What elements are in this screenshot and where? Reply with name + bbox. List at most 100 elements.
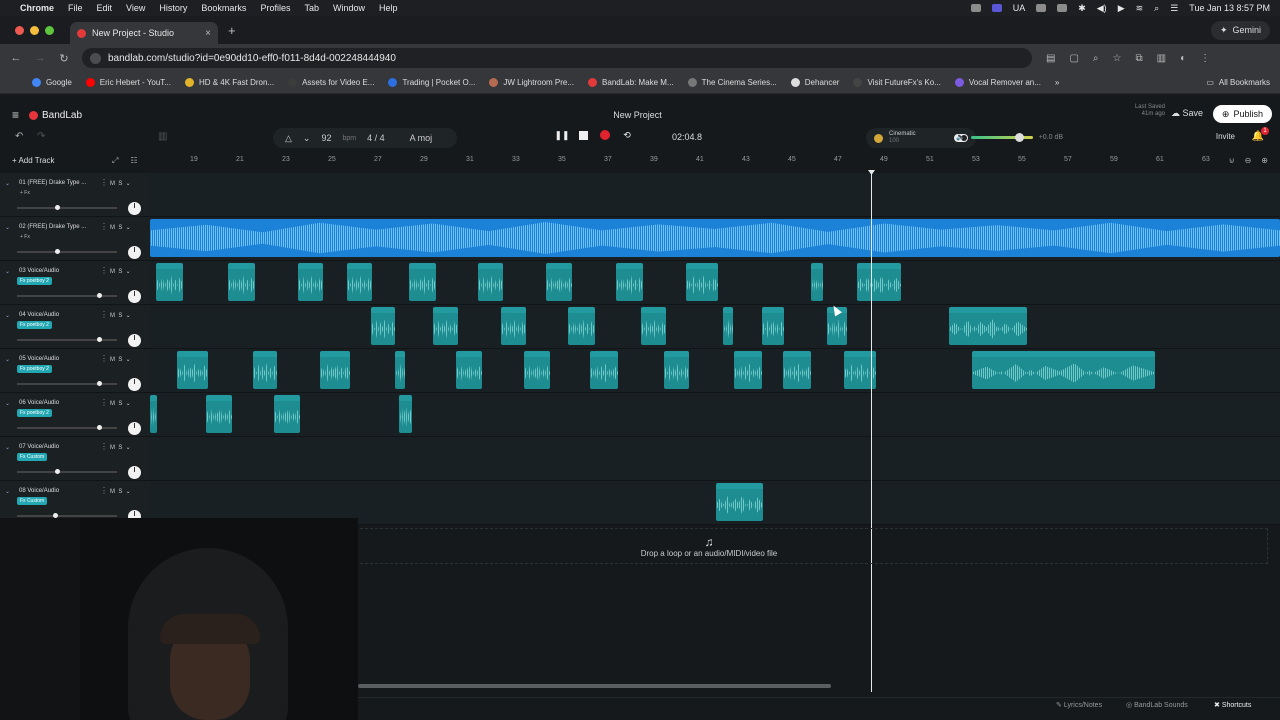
track-fx-button[interactable]: Fx poetboy 2 xyxy=(17,321,52,329)
back-icon[interactable]: ← xyxy=(8,52,24,64)
track-pan-knob[interactable] xyxy=(128,466,141,479)
extensions-icon[interactable]: ⧉ xyxy=(1135,53,1142,64)
track-volume-slider[interactable] xyxy=(17,469,117,474)
audio-clip[interactable]: Voic... xyxy=(371,307,395,345)
browser-tab-active[interactable]: New Project - Studio × xyxy=(70,22,218,44)
track-name[interactable]: 02 (FREE) Drake Type ... xyxy=(19,224,86,230)
track-header[interactable]: ⌄ 01 (FREE) Drake Type ... ⋮ M S ⌄ + Fx xyxy=(0,173,150,216)
track-volume-slider[interactable] xyxy=(17,293,117,298)
track-header[interactable]: ⌄ 05 Voice/Audio ⋮ M S ⌄ Fx poetboy 2 xyxy=(0,349,150,392)
track-expand-icon[interactable]: ⌄ xyxy=(5,444,10,451)
track-fx-button[interactable]: + Fx xyxy=(17,189,33,197)
audio-clip[interactable]: Voic... xyxy=(616,263,643,301)
track-options-icon[interactable]: ⋮ xyxy=(100,310,108,319)
magnet-icon[interactable]: ⊍ xyxy=(1229,156,1235,165)
mute-solo-buttons[interactable]: M S ⌄ xyxy=(110,356,131,363)
audio-clip[interactable]: Voic... xyxy=(762,307,784,345)
menu-bookmarks[interactable]: Bookmarks xyxy=(201,3,246,13)
track-header[interactable]: ⌄ 02 (FREE) Drake Type ... ⋮ M S ⌄ + Fx xyxy=(0,217,150,260)
track-options-icon[interactable]: ⋮ xyxy=(100,442,108,451)
time-signature[interactable]: 4 / 4 xyxy=(367,133,385,143)
mute-solo-buttons[interactable]: M S ⌄ xyxy=(110,400,131,407)
audio-clip[interactable]: Voic... xyxy=(664,351,689,389)
audio-clip[interactable]: Voic... xyxy=(783,351,811,389)
screenshot-icon[interactable]: ▢ xyxy=(1069,53,1078,64)
track-pan-knob[interactable] xyxy=(128,290,141,303)
track-pan-knob[interactable] xyxy=(128,202,141,215)
audio-clip[interactable]: Voic... xyxy=(320,351,350,389)
add-track-button[interactable]: + Add Track xyxy=(12,156,54,165)
chevron-down-icon[interactable]: ⌄ xyxy=(303,133,311,144)
stop-icon[interactable] xyxy=(579,130,588,140)
track-expand-icon[interactable]: ⌄ xyxy=(5,180,10,187)
volume-knob[interactable] xyxy=(1014,132,1024,142)
loop-icon[interactable]: ⟲ xyxy=(622,130,632,140)
bookmark-item[interactable]: Eric Hebert - YouT... xyxy=(85,78,171,87)
zoom-out-icon[interactable]: ⊖ xyxy=(1245,156,1252,165)
track-lane[interactable]: Voic... Voic... Voic... Voic... xyxy=(150,393,1280,436)
bluetooth-icon[interactable]: ✱ xyxy=(1078,3,1086,14)
audio-clip[interactable]: Voic... xyxy=(501,307,526,345)
mute-solo-buttons[interactable]: M S ⌄ xyxy=(110,268,131,275)
track-volume-knob[interactable] xyxy=(55,249,60,254)
audio-clip[interactable]: Voic... xyxy=(253,351,277,389)
track-expand-icon[interactable]: ⌄ xyxy=(5,268,10,275)
track-volume-slider[interactable] xyxy=(17,513,117,518)
menu-app-name[interactable]: Chrome xyxy=(20,3,54,13)
bookmark-item[interactable]: Trading | Pocket O... xyxy=(388,78,475,87)
track-options-icon[interactable]: ⋮ xyxy=(100,354,108,363)
gemini-button[interactable]: ✦ Gemini xyxy=(1210,20,1270,40)
audio-clip[interactable]: Voic... xyxy=(478,263,503,301)
track-options-icon[interactable]: ⋮ xyxy=(100,222,108,231)
wifi-icon[interactable]: ≋ xyxy=(1136,3,1144,14)
track-lane[interactable] xyxy=(150,437,1280,480)
track-options-icon[interactable]: ⋮ xyxy=(100,398,108,407)
horizontal-scrollbar[interactable] xyxy=(358,684,831,688)
track-volume-knob[interactable] xyxy=(97,293,102,298)
track-expand-icon[interactable]: ⌄ xyxy=(5,356,10,363)
close-tab-icon[interactable]: × xyxy=(205,28,211,39)
track-lane[interactable]: Voic... Voic... Voic... Voic... Voic... Voic.… xyxy=(150,305,1280,348)
playhead[interactable] xyxy=(871,172,872,692)
audio-clip[interactable]: Voic... xyxy=(811,263,823,301)
shortcuts-button[interactable]: ✖ Shortcuts xyxy=(1214,701,1251,709)
status-icon[interactable] xyxy=(1036,4,1047,12)
audio-clip[interactable]: Voic... xyxy=(723,307,733,345)
url-text[interactable]: bandlab.com/studio?id=0e90dd10-eff0-f011… xyxy=(108,53,396,64)
all-bookmarks[interactable]: ▭ All Bookmarks xyxy=(1206,78,1270,87)
redo-icon[interactable]: ↷ xyxy=(37,131,45,142)
invite-button[interactable]: Invite xyxy=(1216,132,1235,141)
zoom-in-icon[interactable]: ⊕ xyxy=(1261,156,1268,165)
control-center-icon[interactable]: ☰ xyxy=(1170,3,1178,14)
address-bar[interactable]: bandlab.com/studio?id=0e90dd10-eff0-f011… xyxy=(82,48,1032,68)
audio-clip[interactable]: Voic... xyxy=(524,351,550,389)
track-volume-knob[interactable] xyxy=(55,205,60,210)
menu-window[interactable]: Window xyxy=(333,3,365,13)
audio-clip[interactable]: Voic... xyxy=(409,263,436,301)
track-volume-knob[interactable] xyxy=(55,469,60,474)
track-lane[interactable]: Voic... Voic... Voic... Voic... Voic... Voic.… xyxy=(150,349,1280,392)
track-fx-button[interactable]: Fx poetboy 2 xyxy=(17,365,52,373)
track-options-icon[interactable]: ⋮ xyxy=(100,486,108,495)
mute-solo-buttons[interactable]: M S ⌄ xyxy=(110,224,131,231)
track-name[interactable]: 07 Voice/Audio xyxy=(19,444,59,450)
menu-view[interactable]: View xyxy=(126,3,145,13)
track-header[interactable]: ⌄ 04 Voice/Audio ⋮ M S ⌄ Fx poetboy 2 xyxy=(0,305,150,348)
track-pan-knob[interactable] xyxy=(128,422,141,435)
grid-icon[interactable]: ☷ xyxy=(130,156,137,166)
maximize-window-icon[interactable] xyxy=(45,25,54,35)
audio-clip[interactable]: Voic... xyxy=(150,395,157,433)
speaker-icon[interactable]: 🔈 xyxy=(956,133,965,141)
pause-icon[interactable]: ❚❚ xyxy=(554,130,569,140)
audio-clip[interactable]: Voic... xyxy=(734,351,762,389)
mute-solo-buttons[interactable]: M S ⌄ xyxy=(110,180,131,187)
minimize-window-icon[interactable] xyxy=(30,25,39,35)
audio-clip[interactable]: Voic... xyxy=(590,351,618,389)
bookmark-item[interactable]: The Cinema Series... xyxy=(687,78,777,87)
audio-clip[interactable]: Voic... xyxy=(456,351,482,389)
sidepanel-icon[interactable]: ▥ xyxy=(1157,53,1166,64)
mixer-icon[interactable]: ▥ xyxy=(158,131,167,142)
search-icon[interactable]: ⌕ xyxy=(1154,3,1159,14)
mute-solo-buttons[interactable]: M S ⌄ xyxy=(110,488,131,495)
bookmark-item[interactable]: Visit FutureFx's Ko... xyxy=(853,78,941,87)
